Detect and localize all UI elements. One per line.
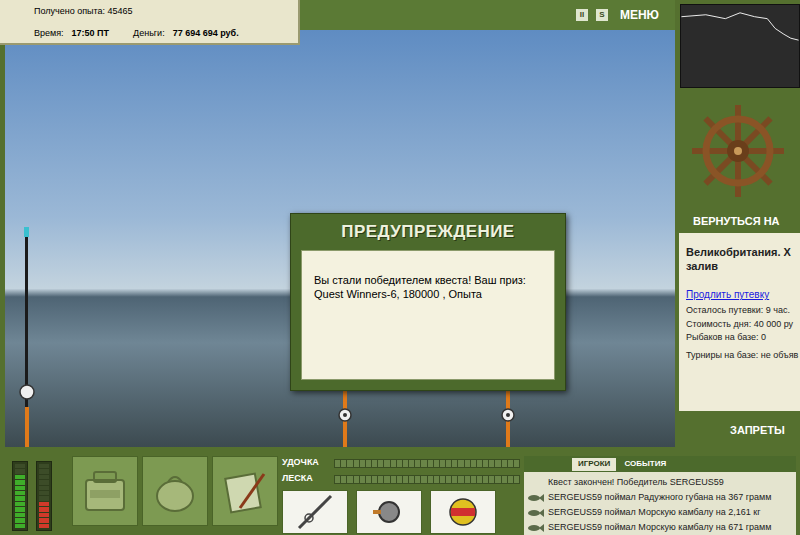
chat-message: SERGEUS59 поймал Морскую камбалу на 2,16… bbox=[528, 505, 792, 520]
tackle-bar: ЛЕСКА bbox=[282, 472, 520, 486]
game-screen: II S МЕНЮ ПРЕДУПРЕЖДЕНИЕВы стали победителе… bbox=[0, 0, 800, 535]
info-line: Стоимость дня: 40 000 ру bbox=[686, 318, 793, 332]
sack-icon bbox=[150, 468, 200, 514]
tackle-slot[interactable] bbox=[430, 490, 496, 534]
dialog-body: Вы стали победителем квеста! Ваш приз: Q… bbox=[301, 250, 555, 380]
toolbar-button[interactable]: S bbox=[596, 9, 608, 21]
rod-icon[interactable] bbox=[338, 391, 352, 447]
toolbar-button[interactable]: II bbox=[576, 9, 588, 21]
extend-link[interactable]: Продлить путевку bbox=[686, 287, 793, 302]
chat-message: Квест закончен! Победитель SERGEUS59 bbox=[528, 475, 792, 490]
fish-icon bbox=[528, 524, 544, 532]
info-line: Рыбаков на базе: 0 bbox=[686, 331, 793, 345]
inventory-slot[interactable] bbox=[212, 456, 278, 526]
menu-button[interactable]: МЕНЮ bbox=[616, 6, 663, 24]
fish-icon bbox=[528, 509, 544, 517]
money: 77 694 694 руб. bbox=[173, 27, 239, 41]
fishing-scene[interactable]: ПРЕДУПРЕЖДЕНИЕВы стали победителем квест… bbox=[5, 30, 675, 447]
time: 17:50 ПТ bbox=[72, 27, 110, 41]
tackle-slot[interactable] bbox=[282, 490, 348, 534]
gauge bbox=[36, 461, 52, 531]
experience: Получено опыта: 45465 bbox=[34, 5, 264, 19]
gauge bbox=[12, 461, 28, 531]
tackle-slot[interactable] bbox=[356, 490, 422, 534]
location-info: Великобритания. ХзаливПродлить путевкуОс… bbox=[679, 233, 800, 411]
map-icon[interactable] bbox=[680, 4, 800, 88]
side-panel: ВЕРНУТЬСЯ НАВеликобритания. ХзаливПродли… bbox=[675, 0, 800, 450]
bottom-panel: УДОЧКА ЛЕСКА ИГРОКИСОБЫТИЯ Квест закончен! … bbox=[0, 450, 800, 535]
stats-panel: Получено опыта: 45465Время:17:50 ПТДеньг… bbox=[0, 0, 300, 45]
dialog-title: ПРЕДУПРЕЖДЕНИЕ bbox=[291, 214, 565, 250]
tall-rod-icon[interactable] bbox=[17, 227, 37, 447]
chat-tab[interactable]: СОБЫТИЯ bbox=[618, 458, 672, 471]
chat-message: SERGEUS59 поймал Морскую камбалу на 671 … bbox=[528, 520, 792, 535]
chat-tab[interactable]: ИГРОКИ bbox=[572, 458, 616, 471]
info-line: Турниры на базе: не объяв bbox=[686, 349, 793, 363]
rod-icon[interactable] bbox=[501, 391, 515, 447]
info-line: Осталось путевки: 9 час. bbox=[686, 304, 793, 318]
rod-icon bbox=[295, 494, 335, 530]
chat-message: SERGEUS59 поймал Радужного губана на 367… bbox=[528, 490, 792, 505]
warning-dialog: ПРЕДУПРЕЖДЕНИЕВы стали победителем квест… bbox=[290, 213, 566, 391]
inventory-slot[interactable] bbox=[72, 456, 138, 526]
chat-panel: ИГРОКИСОБЫТИЯ Квест закончен! Победитель … bbox=[524, 456, 796, 535]
inventory-slot[interactable] bbox=[142, 456, 208, 526]
bag-icon bbox=[80, 468, 130, 514]
reel-icon bbox=[369, 494, 409, 530]
notebook-icon bbox=[220, 468, 270, 514]
ship-wheel-icon[interactable] bbox=[690, 103, 786, 199]
lure-icon bbox=[443, 494, 483, 530]
fish-icon bbox=[528, 494, 544, 502]
bans-button[interactable]: ЗАПРЕТЫ bbox=[675, 411, 800, 450]
tackle-bar: УДОЧКА bbox=[282, 456, 520, 470]
return-button[interactable]: ВЕРНУТЬСЯ НА bbox=[675, 213, 800, 233]
